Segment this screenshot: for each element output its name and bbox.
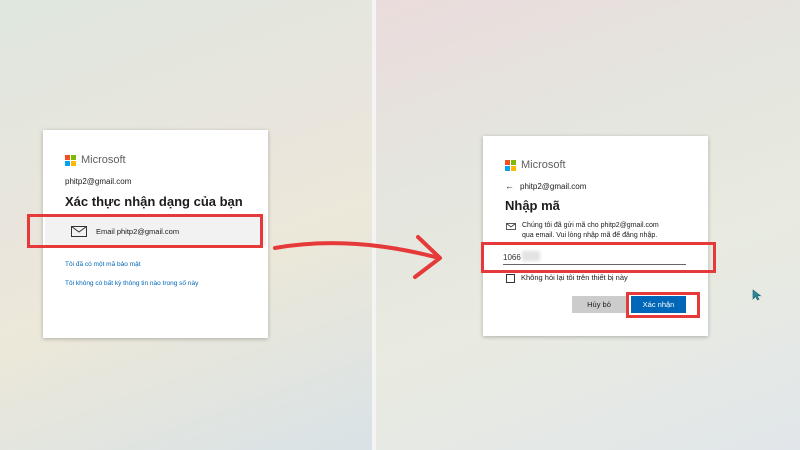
highlight-confirm-button xyxy=(626,292,700,318)
no-info-link[interactable]: Tôi không có bất kỳ thông tin nào trong … xyxy=(65,280,198,287)
page-title: Xác thực nhận dạng của bạn xyxy=(65,194,243,209)
microsoft-logo-icon xyxy=(505,159,516,171)
brand-name: Microsoft xyxy=(521,159,566,171)
remember-device-label: Không hỏi lại tôi trên thiết bị này xyxy=(521,273,628,282)
account-row: ← phitp2@gmail.com xyxy=(505,181,586,191)
microsoft-logo: Microsoft xyxy=(65,154,126,166)
curved-arrow xyxy=(273,235,442,279)
message-line-2: qua email. Vui lòng nhập mã để đăng nhập… xyxy=(522,232,658,239)
envelope-icon xyxy=(506,223,516,230)
highlight-code-input xyxy=(481,242,716,273)
brand-name: Microsoft xyxy=(81,154,126,166)
microsoft-logo-icon xyxy=(65,154,76,166)
remember-device-checkbox[interactable] xyxy=(506,274,515,283)
mouse-cursor-icon xyxy=(752,289,762,301)
page-title: Nhập mã xyxy=(505,198,560,213)
account-email: phitp2@gmail.com xyxy=(520,181,587,191)
microsoft-logo: Microsoft xyxy=(505,159,566,171)
code-sent-message: Chúng tôi đã gửi mã cho phitp2@gmail.com… xyxy=(522,221,659,241)
account-email: phitp2@gmail.com xyxy=(65,177,132,186)
back-arrow-icon[interactable]: ← xyxy=(505,181,514,191)
message-line-1: Chúng tôi đã gửi mã cho phitp2@gmail.com xyxy=(522,222,659,229)
cancel-button[interactable]: Hủy bỏ xyxy=(572,296,626,313)
have-code-link[interactable]: Tôi đã có một mã bảo mật xyxy=(65,261,141,268)
highlight-email-option xyxy=(27,214,263,248)
